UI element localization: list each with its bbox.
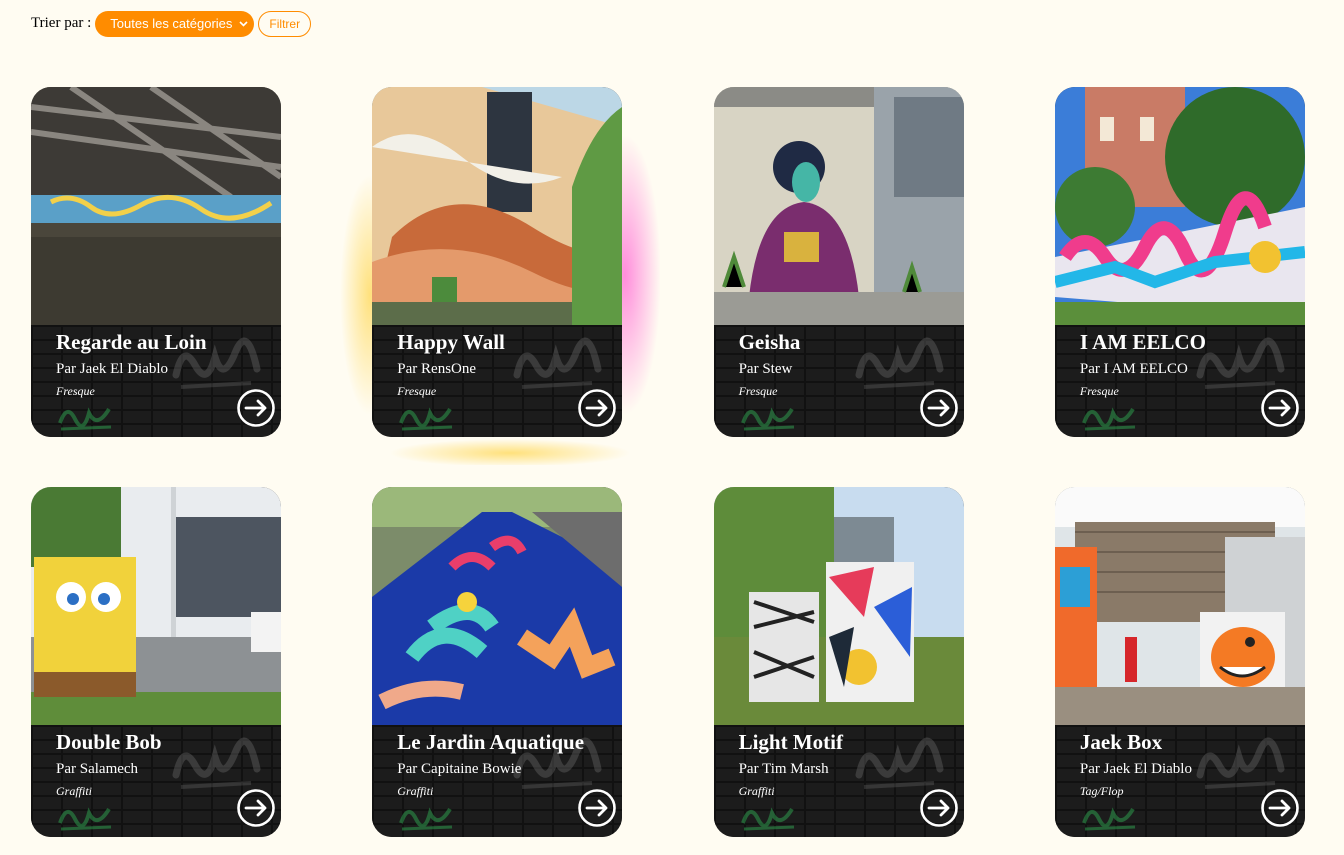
graffiti-tag-decoration: [1196, 737, 1285, 789]
artwork-card[interactable]: Geisha Par Stew Fresque: [713, 87, 964, 437]
card-category: Fresque: [1079, 384, 1119, 398]
arrow-right-circle-icon[interactable]: [236, 388, 276, 428]
card-title: Light Motif: [738, 730, 843, 754]
graffiti-tag-decoration: [855, 337, 944, 389]
arrow-right-circle-icon[interactable]: [236, 788, 276, 828]
card-category: Graffiti: [738, 784, 775, 798]
card-title: I AM EELCO: [1079, 330, 1206, 354]
graffiti-tag-decoration: [513, 337, 602, 389]
card-category: Tag/Flop: [1079, 784, 1124, 798]
card-author: Par Tim Marsh: [738, 761, 829, 777]
card-author: Par Stew: [738, 361, 793, 377]
sort-label: Trier par :: [31, 15, 92, 31]
card-author: Par I AM EELCO: [1079, 361, 1188, 377]
artwork-card[interactable]: I AM EELCO Par I AM EELCO Fresque: [1054, 87, 1305, 437]
category-select[interactable]: Toutes les catégories: [95, 10, 255, 37]
card-author: Par Salamech: [56, 761, 139, 777]
artwork-card[interactable]: Double Bob Par Salamech Graffiti: [31, 487, 281, 837]
green-tag-decoration: [399, 807, 453, 831]
card-title: Happy Wall: [397, 330, 505, 354]
artwork-photo: [713, 487, 964, 725]
green-tag-decoration: [1082, 407, 1135, 431]
card-title: Geisha: [738, 330, 801, 354]
artwork-card[interactable]: Le Jardin Aquatique Par Capitaine Bowie …: [372, 487, 623, 837]
green-tag-decoration: [399, 407, 453, 431]
filter-bar: Trier par : Toutes les catégories Filtre…: [31, 10, 312, 37]
graffiti-tag-decoration: [172, 737, 261, 789]
artwork-photo: [1054, 487, 1305, 725]
chevron-down-icon: [238, 11, 248, 37]
card-category: Fresque: [397, 384, 437, 398]
arrow-right-circle-icon[interactable]: [1260, 388, 1300, 428]
green-tag-decoration: [58, 407, 112, 431]
artwork-photo: [31, 487, 281, 725]
artwork-grid: Regarde au Loin Par Jaek El Diablo Fresq…: [31, 87, 1305, 837]
card-author: Par Jaek El Diablo: [1079, 761, 1192, 777]
card-title: Double Bob: [56, 730, 162, 754]
artwork-photo: [372, 87, 623, 325]
card-author: Par Jaek El Diablo: [56, 361, 169, 377]
artwork-photo: [1054, 87, 1305, 325]
green-tag-decoration: [58, 807, 112, 831]
graffiti-tag-decoration: [1196, 337, 1285, 389]
artwork-photo: [31, 87, 281, 325]
card-category: Graffiti: [397, 784, 434, 798]
artwork-photo: [713, 87, 964, 325]
card-category: Fresque: [738, 384, 778, 398]
card-category: Graffiti: [56, 784, 93, 798]
graffiti-tag-decoration: [855, 737, 944, 789]
card-title: Jaek Box: [1079, 730, 1163, 754]
arrow-right-circle-icon[interactable]: [577, 788, 617, 828]
category-select-value: Toutes les catégories: [110, 15, 233, 31]
arrow-right-circle-icon[interactable]: [919, 788, 959, 828]
green-tag-decoration: [740, 807, 794, 831]
card-author: Par Capitaine Bowie: [397, 761, 522, 777]
artwork-card[interactable]: Happy Wall Par RensOne Fresque: [372, 87, 623, 437]
card-title: Regarde au Loin: [56, 330, 207, 354]
card-title: Le Jardin Aquatique: [397, 730, 585, 754]
filter-button[interactable]: Filtrer: [258, 10, 312, 37]
artwork-card[interactable]: Light Motif Par Tim Marsh Graffiti: [713, 487, 964, 837]
artwork-card[interactable]: Regarde au Loin Par Jaek El Diablo Fresq…: [31, 87, 281, 437]
arrow-right-circle-icon[interactable]: [919, 388, 959, 428]
green-tag-decoration: [740, 407, 794, 431]
artwork-photo: [372, 487, 623, 725]
arrow-right-circle-icon[interactable]: [1260, 788, 1300, 828]
card-category: Fresque: [56, 384, 95, 398]
artwork-card[interactable]: Jaek Box Par Jaek El Diablo Tag/Flop: [1054, 487, 1305, 837]
card-author: Par RensOne: [397, 361, 477, 377]
green-tag-decoration: [1082, 807, 1135, 831]
arrow-right-circle-icon[interactable]: [577, 388, 617, 428]
